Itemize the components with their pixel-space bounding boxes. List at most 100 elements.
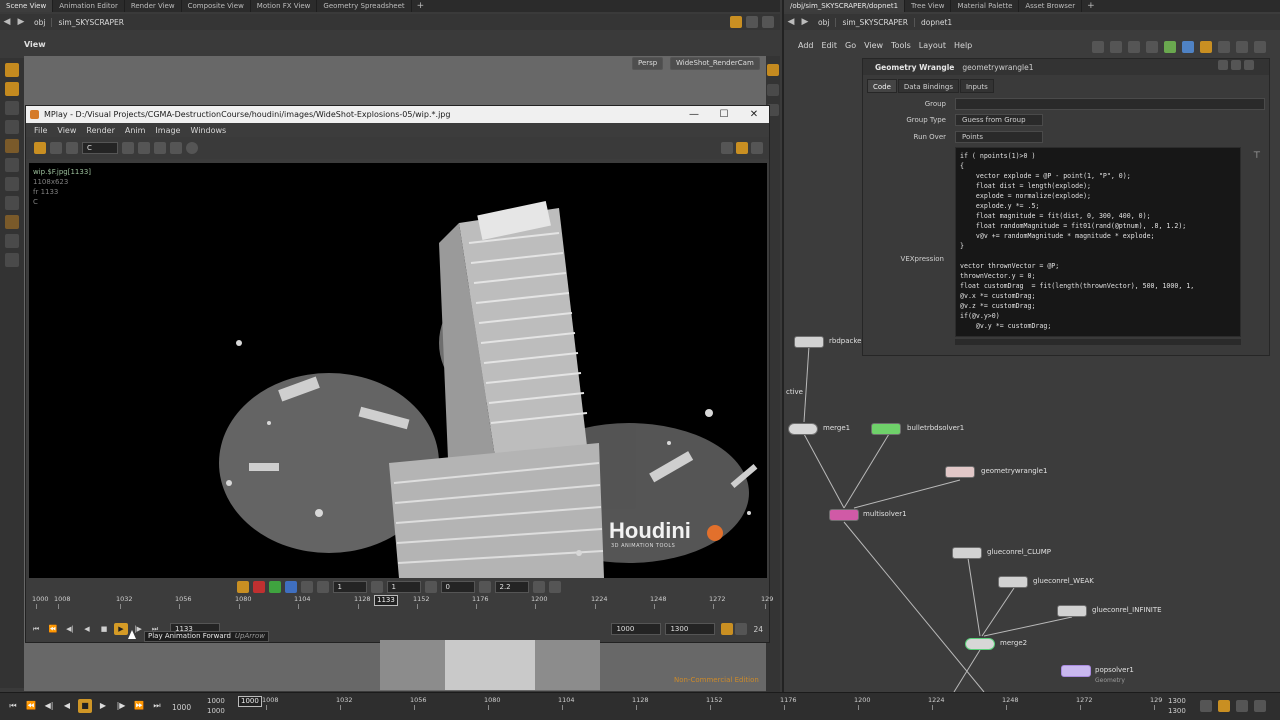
load-icon[interactable]	[34, 142, 46, 154]
menu-help[interactable]: Help	[954, 41, 972, 50]
alpha-channel-icon[interactable]	[300, 581, 313, 593]
right-path-node[interactable]: sim_SKYSCRAPER	[835, 17, 914, 27]
menu-tools[interactable]: Tools	[891, 41, 911, 50]
tab-network-path[interactable]: /obj/sim_SKYSCRAPER/dopnet1	[784, 0, 906, 12]
menu-windows[interactable]: Windows	[190, 126, 226, 135]
tl-frame-field[interactable]: 1000	[172, 703, 191, 712]
snap-icon[interactable]	[1146, 41, 1158, 53]
handle-tool-icon[interactable]	[5, 120, 19, 134]
path-obj[interactable]: obj	[28, 18, 51, 27]
view-tool-icon[interactable]	[5, 139, 19, 153]
persp-menu[interactable]: Persp	[632, 57, 664, 70]
tab-animation-editor[interactable]: Animation Editor	[53, 0, 125, 12]
tab-composite-view[interactable]: Composite View	[182, 0, 251, 12]
tab-asset-browser[interactable]: Asset Browser	[1019, 0, 1083, 12]
light-tool-icon[interactable]	[5, 158, 19, 172]
link-icon[interactable]	[746, 16, 758, 28]
pin-icon[interactable]	[730, 16, 742, 28]
save-icon[interactable]	[50, 142, 62, 154]
tl-last-icon[interactable]: ⏭	[150, 699, 164, 713]
tile-icon[interactable]	[1110, 41, 1122, 53]
zoom-out-icon[interactable]	[138, 142, 150, 154]
tl-play-icon[interactable]: ▶	[96, 699, 110, 713]
options-icon[interactable]	[66, 142, 78, 154]
range-start-field[interactable]: 1000	[611, 623, 662, 635]
palette-icon[interactable]	[1218, 41, 1230, 53]
camera-menu[interactable]: WideShot_RenderCam	[670, 57, 760, 70]
loop-icon[interactable]	[735, 623, 748, 635]
menu-render[interactable]: Render	[86, 126, 114, 135]
realtime-icon[interactable]	[721, 623, 734, 635]
shape-icon[interactable]	[1200, 41, 1212, 53]
green-channel-icon[interactable]	[268, 581, 281, 593]
pane-menu-icon[interactable]	[762, 16, 774, 28]
list-icon[interactable]	[1092, 41, 1104, 53]
tab-material-palette[interactable]: Material Palette	[951, 0, 1020, 12]
camera-tool-icon[interactable]	[5, 177, 19, 191]
zoom-in-icon[interactable]	[122, 142, 134, 154]
expand-code-icon[interactable]: ⊤	[1253, 151, 1261, 161]
select-tool-icon[interactable]	[5, 63, 19, 77]
tl-end-b[interactable]: 1300	[1168, 707, 1186, 715]
maximize-icon[interactable]: ☐	[709, 109, 739, 120]
check-icon[interactable]	[1164, 41, 1176, 53]
eyedropper-icon[interactable]	[154, 142, 166, 154]
vex-code-editor[interactable]: if ( npoints(1)>0 ) { vector explode = @…	[955, 147, 1241, 337]
rendered-image[interactable]: wip.$F.jpg[1133] 1108x623 fr 1133 C Houd…	[29, 163, 767, 578]
menu-add[interactable]: Add	[798, 41, 814, 50]
right-forward-icon[interactable]: ▶	[798, 17, 812, 27]
mplay-current-frame[interactable]: 1133	[374, 595, 398, 606]
play-forward-icon[interactable]: ▶	[114, 623, 128, 635]
range-end-field[interactable]: 1300	[665, 623, 716, 635]
right-add-tab-icon[interactable]: +	[1082, 0, 1100, 12]
offset-field[interactable]: 0	[440, 581, 475, 593]
red-channel-icon[interactable]	[252, 581, 265, 593]
grid-view-icon[interactable]	[721, 142, 733, 154]
gamma-icon[interactable]	[236, 581, 249, 593]
tab-motion-fx-view[interactable]: Motion FX View	[251, 0, 318, 12]
tl-prev-key-icon[interactable]: ⏪	[24, 699, 38, 713]
param-node-name[interactable]: geometrywrangle1	[962, 63, 1033, 72]
tl-options-icon[interactable]	[1254, 700, 1266, 712]
shading-option-icon[interactable]	[767, 84, 779, 96]
magnet-tool-icon[interactable]	[5, 215, 19, 229]
lut-icon[interactable]	[316, 581, 329, 593]
transform-tool-icon[interactable]	[5, 82, 19, 96]
tl-key-icon[interactable]	[1236, 700, 1248, 712]
tl-step-back-icon[interactable]: ◀|	[42, 699, 56, 713]
scope-tool-icon[interactable]	[5, 253, 19, 267]
menu-view[interactable]: View	[57, 126, 76, 135]
right-path-sub[interactable]: dopnet1	[914, 17, 958, 27]
scale-icon[interactable]	[548, 581, 561, 593]
param-tab-inputs[interactable]: Inputs	[959, 79, 994, 93]
menu-file[interactable]: File	[34, 126, 47, 135]
single-view-icon[interactable]	[736, 142, 748, 154]
param-tab-code[interactable]: Code	[867, 79, 897, 93]
snap-tool-icon[interactable]	[5, 196, 19, 210]
tab-tree-view[interactable]: Tree View	[905, 0, 952, 12]
menu-layout[interactable]: Layout	[919, 41, 946, 50]
menu-edit[interactable]: Edit	[822, 41, 838, 50]
path-node[interactable]: sim_SKYSCRAPER	[51, 17, 130, 27]
contrast-field[interactable]: 1	[386, 581, 421, 593]
tl-play-back-icon[interactable]: ◀	[60, 699, 74, 713]
tl-realtime-icon[interactable]	[1218, 700, 1230, 712]
code-scrollbar[interactable]	[955, 339, 1241, 345]
mplay-frame-ruler[interactable]: 1000 1008 1032 1056 1080 1104 1128 1152 1176 1200…	[32, 595, 773, 615]
tl-next-key-icon[interactable]: ⏩	[132, 699, 146, 713]
stop-icon[interactable]: ■	[97, 623, 111, 635]
settings-icon[interactable]	[1254, 41, 1266, 53]
run-over-select[interactable]: Points	[955, 131, 1043, 143]
gamma-field[interactable]: 2.2	[494, 581, 529, 593]
info-icon[interactable]	[186, 142, 198, 154]
menu-go[interactable]: Go	[845, 41, 856, 50]
grid-icon[interactable]	[1128, 41, 1140, 53]
menu-image[interactable]: Image	[155, 126, 180, 135]
play-backward-icon[interactable]: ◀	[80, 623, 94, 635]
exposure-field[interactable]: 1	[332, 581, 367, 593]
tl-first-icon[interactable]: ⏮	[6, 699, 20, 713]
search-icon[interactable]	[1236, 41, 1248, 53]
tl-stop-icon[interactable]: ■	[78, 699, 92, 713]
param-tab-data-bindings[interactable]: Data Bindings	[897, 79, 959, 93]
right-path-obj[interactable]: obj	[812, 18, 835, 27]
